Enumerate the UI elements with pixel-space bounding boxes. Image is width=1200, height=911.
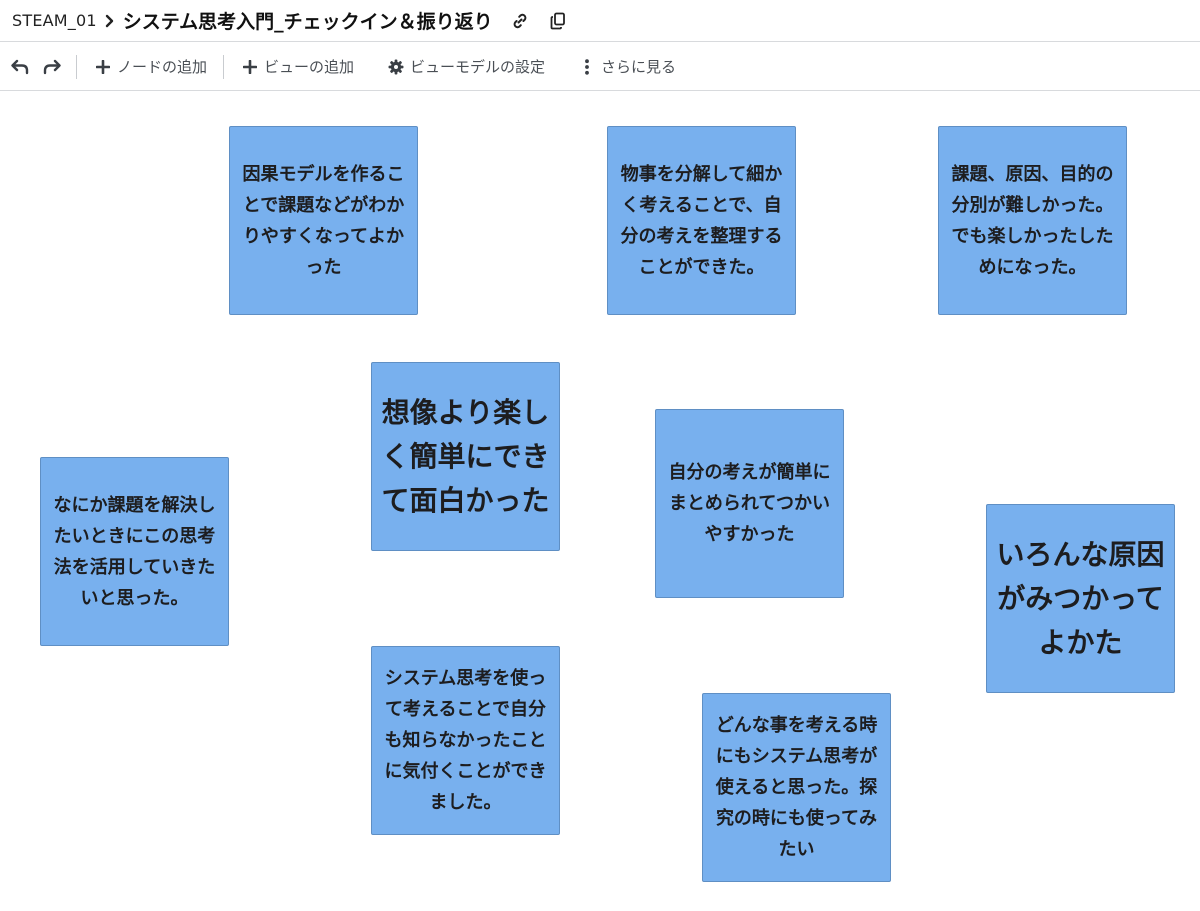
node-text: 想像より楽しく簡単にできて面白かった xyxy=(381,395,550,517)
redo-button[interactable] xyxy=(42,57,62,77)
redo-icon xyxy=(42,57,62,77)
sticky-node[interactable]: どんな事を考える時にもシステム思考が使えると思った。探究の時にも使ってみたい xyxy=(702,693,891,882)
sticky-node[interactable]: なにか課題を解決したいときにこの思考法を活用していきたいと思った。 xyxy=(40,457,229,646)
sticky-node[interactable]: 因果モデルを作ることで課題などがわかりやすくなってよかった xyxy=(229,126,418,315)
more-label: さらに見る xyxy=(601,58,677,76)
undo-icon xyxy=(10,57,30,77)
node-text: いろんな原因がみつかってよかた xyxy=(996,537,1165,659)
add-node-label: ノードの追加 xyxy=(117,58,208,76)
plus-icon xyxy=(93,57,113,77)
node-text: システム思考を使って考えることで自分も知らなかったことに気付くことができました。 xyxy=(384,668,547,813)
node-text: 課題、原因、目的の分別が難しかった。でも楽しかったしためになった。 xyxy=(951,163,1114,278)
undo-button[interactable] xyxy=(10,57,30,77)
model-canvas[interactable]: 因果モデルを作ることで課題などがわかりやすくなってよかった 物事を分解して細かく… xyxy=(0,92,1200,911)
node-text: なにか課題を解決したいときにこの思考法を活用していきたいと思った。 xyxy=(53,494,216,609)
plus-icon xyxy=(240,57,260,77)
add-view-button[interactable]: ビューの追加 xyxy=(240,56,354,77)
sticky-node[interactable]: 想像より楽しく簡単にできて面白かった xyxy=(371,362,560,551)
add-view-label: ビューの追加 xyxy=(264,58,355,76)
toolbar-divider xyxy=(76,54,77,79)
gear-icon xyxy=(386,57,406,77)
sticky-node[interactable]: システム思考を使って考えることで自分も知らなかったことに気付くことができました。 xyxy=(371,646,560,835)
view-model-settings-label: ビューモデルの設定 xyxy=(410,58,546,76)
link-icon[interactable] xyxy=(509,10,531,32)
toolbar: ノードの追加 ビューの追加 ビューモデルの設定 さらに見る xyxy=(0,43,1200,91)
node-text: 因果モデルを作ることで課題などがわかりやすくなってよかった xyxy=(242,163,405,278)
sticky-node[interactable]: いろんな原因がみつかってよかた xyxy=(986,504,1175,693)
page-title: システム思考入門_チェックイン＆振り返り xyxy=(122,11,493,33)
more-button[interactable]: さらに見る xyxy=(577,56,676,77)
view-model-settings-button[interactable]: ビューモデルの設定 xyxy=(386,56,545,77)
sticky-node[interactable]: 課題、原因、目的の分別が難しかった。でも楽しかったしためになった。 xyxy=(938,126,1127,315)
toolbar-divider xyxy=(223,54,225,79)
chevron-right-icon xyxy=(97,14,123,28)
add-node-button[interactable]: ノードの追加 xyxy=(93,56,207,77)
node-text: 自分の考えが簡単にまとめられてつかいやすかった xyxy=(668,462,831,545)
node-text: 物事を分解して細かく考えることで、自分の考えを整理することができた。 xyxy=(620,163,783,278)
page-header: STEAM_01 システム思考入門_チェックイン＆振り返り xyxy=(0,0,1200,42)
more-vertical-icon xyxy=(577,57,597,77)
copy-icon[interactable] xyxy=(547,10,569,32)
breadcrumb-root[interactable]: STEAM_01 xyxy=(12,11,97,30)
sticky-node[interactable]: 自分の考えが簡単にまとめられてつかいやすかった xyxy=(655,409,844,598)
sticky-node[interactable]: 物事を分解して細かく考えることで、自分の考えを整理することができた。 xyxy=(607,126,796,315)
node-text: どんな事を考える時にもシステム思考が使えると思った。探究の時にも使ってみたい xyxy=(715,715,878,860)
